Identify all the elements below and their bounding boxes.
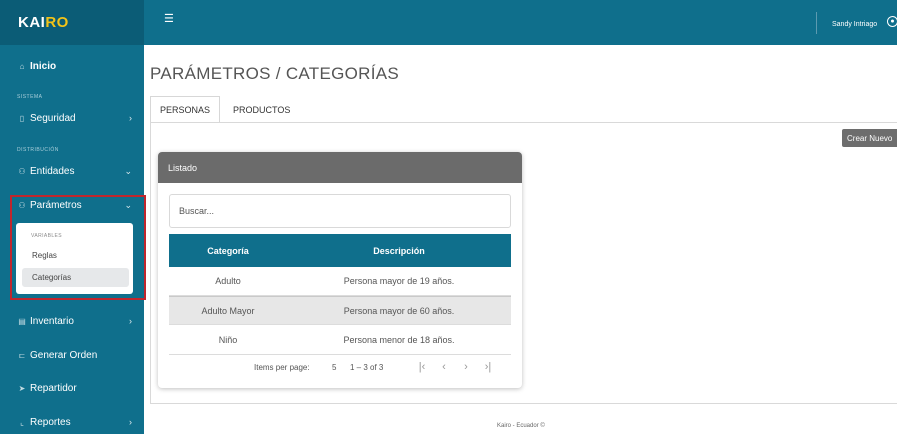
- page-size-select[interactable]: 5: [332, 363, 336, 372]
- sidebar-item-label: Reportes: [30, 416, 71, 428]
- box-icon: ▤: [18, 316, 26, 326]
- cell-categoria: Adulto Mayor: [201, 306, 255, 316]
- sidebar-item-reportes[interactable]: ⌞ Reportes ›: [0, 410, 144, 434]
- lock-icon: ▯: [19, 113, 25, 123]
- chevron-right-icon: ›: [129, 316, 132, 326]
- sidebar-item-generar-orden[interactable]: ⊏ Generar Orden: [0, 343, 144, 367]
- cart-icon: ⊏: [18, 350, 26, 360]
- table-header: Categoría Descripción: [169, 234, 511, 267]
- user-circle-icon[interactable]: ●: [887, 16, 897, 27]
- chevron-down-icon: ⌄: [124, 165, 132, 176]
- sidebar-item-label: Inicio: [30, 60, 57, 72]
- cell-descripcion: Persona mayor de 19 años.: [343, 276, 455, 286]
- tab-productos[interactable]: PRODUCTOS: [224, 96, 299, 123]
- users-icon: ⚇: [18, 166, 26, 176]
- brand-logo[interactable]: KAI RO: [0, 0, 144, 45]
- highlight-annotation: [10, 195, 146, 300]
- brand-text-kai: KAI: [18, 14, 46, 31]
- next-page-icon[interactable]: ›: [455, 357, 477, 377]
- listado-card: Listado Categoría Descripción Adulto Per…: [158, 152, 522, 388]
- sidebar-item-repartidor[interactable]: ➤ Repartidor: [0, 376, 144, 400]
- chevron-right-icon: ›: [129, 417, 132, 427]
- paginator: Items per page: 5 1 – 3 of 3 |‹ ‹ › ›|: [169, 355, 511, 379]
- table-row[interactable]: Adulto Persona mayor de 19 años.: [169, 267, 511, 296]
- sidebar-item-label: Seguridad: [30, 112, 76, 124]
- sidebar-item-label: Generar Orden: [30, 349, 98, 361]
- sidebar-item-entidades[interactable]: ⚇ Entidades ⌄: [0, 159, 144, 183]
- send-icon: ➤: [18, 383, 26, 393]
- footer-text: Kairo - Ecuador ©: [497, 423, 545, 429]
- sidebar-item-inventario[interactable]: ▤ Inventario ›: [0, 309, 144, 333]
- hamburger-icon[interactable]: ☰: [164, 12, 174, 25]
- sidebar-section-distribucion: DISTRIBUCIÓN: [17, 147, 59, 153]
- cell-categoria: Adulto: [215, 276, 241, 286]
- sidebar-item-inicio[interactable]: ⌂ Inicio: [0, 54, 144, 78]
- cell-descripcion: Persona menor de 18 años.: [343, 335, 455, 345]
- sidebar-section-sistema: SISTEMA: [17, 94, 43, 100]
- last-page-icon[interactable]: ›|: [477, 357, 499, 377]
- previous-page-icon[interactable]: ‹: [433, 357, 455, 377]
- card-header: Listado: [158, 152, 522, 183]
- column-header-descripcion[interactable]: Descripción: [287, 234, 511, 267]
- brand-text-ro: RO: [45, 14, 69, 31]
- user-name[interactable]: Sandy Intriago: [832, 21, 877, 28]
- page-title: PARÁMETROS / CATEGORÍAS: [150, 64, 400, 83]
- first-page-icon[interactable]: |‹: [411, 357, 433, 377]
- table-row[interactable]: Adulto Mayor Persona mayor de 60 años.: [169, 296, 511, 325]
- cell-descripcion: Persona mayor de 60 años.: [343, 306, 455, 316]
- sidebar-item-label: Entidades: [30, 165, 75, 177]
- sidebar-item-label: Repartidor: [30, 382, 77, 394]
- topbar-divider: [816, 12, 817, 34]
- tab-personas[interactable]: PERSONAS: [150, 96, 221, 123]
- topbar: ☰ Sandy Intriago ●: [144, 0, 897, 45]
- page-range-label: 1 – 3 of 3: [350, 363, 384, 372]
- chart-icon: ⌞: [20, 417, 24, 427]
- items-per-page-label: Items per page:: [254, 363, 310, 372]
- table-row[interactable]: Niño Persona menor de 18 años.: [169, 326, 511, 355]
- chevron-right-icon: ›: [129, 113, 132, 123]
- sidebar-item-seguridad[interactable]: ▯ Seguridad ›: [0, 106, 144, 130]
- sidebar-item-label: Inventario: [30, 315, 74, 327]
- create-new-button[interactable]: Crear Nuevo: [842, 129, 897, 147]
- cell-categoria: Niño: [218, 335, 238, 345]
- search-input[interactable]: [169, 194, 511, 228]
- home-icon: ⌂: [19, 61, 25, 71]
- column-header-categoria[interactable]: Categoría: [169, 234, 287, 267]
